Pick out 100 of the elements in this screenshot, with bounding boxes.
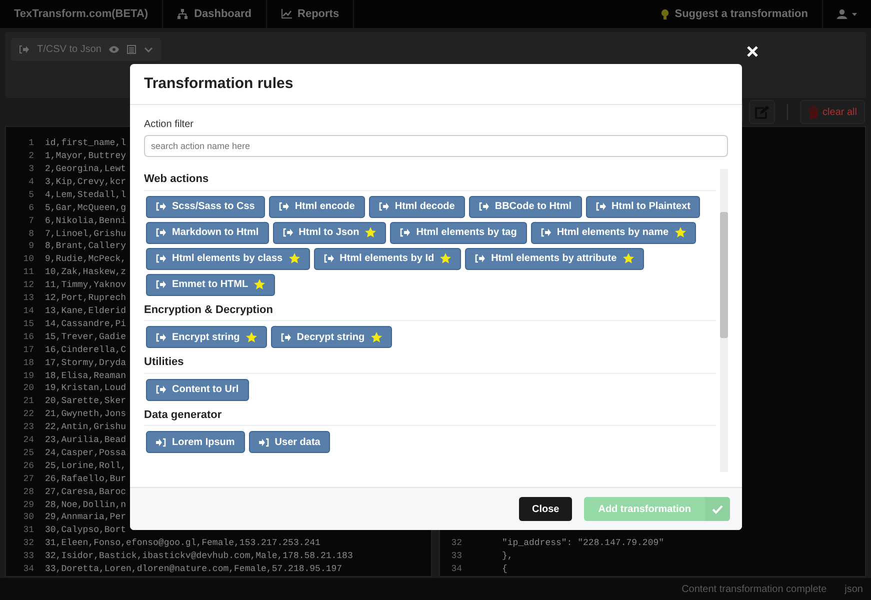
code-line: 25,Lorine,Roll, <box>44 460 126 473</box>
code-line: 15,Trever,Gadie <box>44 330 126 344</box>
status-message: Content transformation complete <box>682 582 827 596</box>
code-line: 4,Lem,Stedall,l <box>44 188 126 202</box>
code-line: 13,Kane,Elderid <box>44 304 126 318</box>
action-button[interactable]: Emmet to HTML <box>146 274 276 296</box>
line-number: 1 <box>28 137 34 150</box>
code-line: 10,Zak,Haskew,z <box>44 266 126 280</box>
code-line: 31,Eleen,Fonso,efonso@goo.gl,Female,153.217.253.241 <box>44 537 320 550</box>
code-line: 23,Aurilia,Bead <box>44 434 126 447</box>
mode-label: json <box>844 582 863 596</box>
nav-link[interactable]: Dashboard <box>163 0 267 28</box>
code-line: 27,Caresa,Baroc <box>44 486 126 499</box>
line-number: 27 <box>22 472 34 486</box>
modal-title: Transformation rules <box>130 64 742 105</box>
code-line: 29,Annmaria,Per <box>44 511 126 524</box>
action-button[interactable]: Html elements by class <box>146 248 310 270</box>
action-button[interactable]: Encrypt string <box>146 326 267 348</box>
line-number: 26 <box>22 460 34 473</box>
code-line: 24,Casper,Possa <box>44 446 126 460</box>
line-number: 14 <box>22 304 34 318</box>
code-line: 22,Antin,Grishu <box>44 421 126 434</box>
line-number: 31 <box>22 524 34 538</box>
action-button[interactable]: Html to Json <box>272 222 386 244</box>
line-number: 22 <box>22 408 34 422</box>
action-button[interactable]: BBCode to Html <box>468 196 582 218</box>
code-line: 1,Mayor,Buttrey <box>44 150 126 163</box>
code-line: "ip_address": "228.147.79.209" <box>501 537 664 550</box>
line-number: 4 <box>28 176 34 189</box>
line-number: 19 <box>22 370 34 382</box>
line-number: 10 <box>22 253 34 266</box>
section-heading: Data generator <box>144 404 716 426</box>
line-number: 33 <box>450 550 462 564</box>
action-button[interactable]: Html encode <box>268 196 365 218</box>
line-number: 2 <box>28 150 34 163</box>
section-heading: Utilities <box>144 352 716 374</box>
line-number: 32 <box>22 537 34 550</box>
line-number: 6 <box>28 202 34 215</box>
code-line: 7,Linoel,Grishu <box>44 228 126 240</box>
code-line: 16,Cinderella,C <box>44 344 126 357</box>
code-line: 6,Nikolia,Benni <box>44 214 126 228</box>
line-number: 9 <box>28 240 34 254</box>
line-number: 16 <box>22 330 34 344</box>
action-button[interactable]: Html elements by attribute <box>465 248 644 270</box>
code-line: 33,Doretta,Loren,dloren@nature.com,Female,57.218.95.197 <box>44 563 342 576</box>
line-number: 20 <box>22 382 34 396</box>
line-number: 25 <box>22 446 34 460</box>
code-line: 5,Gar,McQueen,g <box>44 202 126 215</box>
line-number: 29 <box>22 498 34 512</box>
line-number: 34 <box>22 563 34 576</box>
section-heading: Web actions <box>144 169 716 190</box>
code-line: 2,Georgina,Lewt <box>44 163 126 176</box>
code-line: 11,Timmy,Yaknov <box>44 279 126 292</box>
code-line: 9,Rudie,McPeck, <box>44 253 126 266</box>
code-line: id,first_name,l <box>44 137 126 150</box>
code-line: 3,Kip,Crevy,kcr <box>44 176 126 189</box>
code-line: 14,Cassandre,Pi <box>44 318 126 331</box>
transformation-label: T/CSV to Json <box>37 43 102 57</box>
close-button[interactable]: Close <box>518 497 572 521</box>
line-number: 3 <box>28 163 34 176</box>
code-line: 26,Rafaello,Bur <box>44 472 126 486</box>
code-line: 18,Elisa,Reaman <box>44 370 126 382</box>
line-number: 28 <box>22 486 34 499</box>
action-button[interactable]: Html to Plaintext <box>586 196 700 218</box>
brand-link[interactable]: TexTransform.com(BETA) <box>0 0 164 28</box>
action-button[interactable]: Content to Url <box>146 378 249 400</box>
code-line: 19,Kristan,Loud <box>44 382 126 396</box>
line-number: 5 <box>28 188 34 202</box>
action-button[interactable]: Html elements by name <box>530 222 696 244</box>
field-label: Action filter <box>144 118 194 132</box>
code-line: 8,Brant,Callery <box>44 240 126 254</box>
code-line: 32,Isidor,Bastick,ibastickv@devhub.com,Male,178.58.21.183 <box>44 550 353 564</box>
action-button[interactable]: Html elements by tag <box>390 222 527 244</box>
section-heading: Encryption & Decryption <box>144 300 716 321</box>
action-button[interactable]: Html decode <box>368 196 465 218</box>
line-number: 7 <box>28 214 34 228</box>
line-number: 21 <box>22 395 34 408</box>
code-line: 20,Sarette,Sker <box>44 395 126 408</box>
suggest-link[interactable]: Suggest a transformation <box>646 0 822 28</box>
action-button[interactable]: Decrypt string <box>270 326 392 348</box>
nav-link[interactable]: Reports <box>266 0 354 28</box>
transformation-chip[interactable]: T/CSV to Json <box>11 38 162 61</box>
action-button[interactable]: Markdown to Html <box>146 222 269 244</box>
action-button[interactable]: Lorem Ipsum <box>146 431 245 453</box>
line-number: 8 <box>28 228 34 240</box>
line-number: 34 <box>450 563 462 576</box>
line-number: 15 <box>22 318 34 331</box>
line-number: 32 <box>450 537 462 550</box>
line-number: 24 <box>22 434 34 447</box>
line-number: 17 <box>22 344 34 357</box>
line-number: 18 <box>22 356 34 370</box>
code-line: }, <box>501 550 513 564</box>
action-button[interactable]: Scss/Sass to Css <box>146 196 265 218</box>
action-filter-field[interactable]: search action name here <box>144 135 728 157</box>
action-button[interactable]: Html elements by Id <box>314 248 462 270</box>
code-line: { <box>501 563 508 576</box>
clear-all-button[interactable]: clear all <box>800 100 865 124</box>
line-number: 11 <box>22 266 34 280</box>
action-button[interactable]: User data <box>248 431 330 453</box>
code-line: 28,Noe,Dollin,n <box>44 498 126 512</box>
